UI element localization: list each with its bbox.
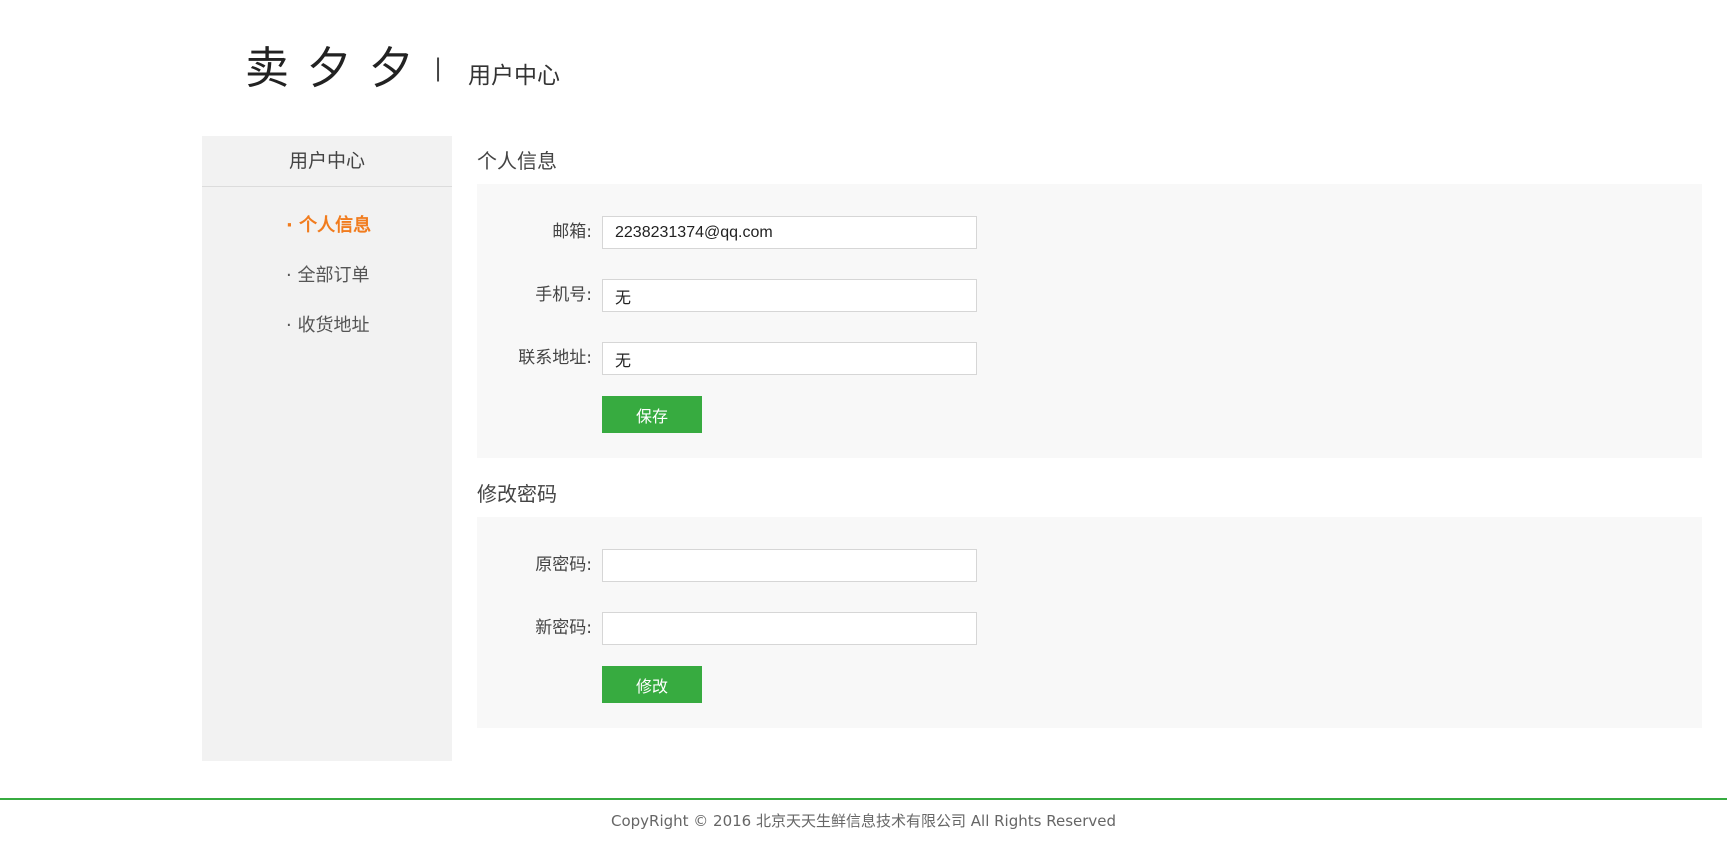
password-panel: 原密码: 新密码: 修改 (477, 517, 1702, 728)
sidebar-title: 用户中心 (202, 136, 452, 187)
old-password-row: 原密码: (477, 549, 1702, 612)
sidebar-item-addresses[interactable]: · 收货地址 (202, 301, 452, 351)
change-password-button[interactable]: 修改 (602, 666, 702, 703)
new-password-label: 新密码: (535, 618, 592, 638)
old-password-label: 原密码: (535, 555, 592, 575)
save-button[interactable]: 保存 (602, 396, 702, 433)
password-section-title: 修改密码 (477, 482, 557, 506)
phone-row: 手机号: (477, 279, 1702, 342)
email-row: 邮箱: (477, 216, 1702, 279)
sidebar-item-profile[interactable]: · 个人信息 (202, 201, 452, 251)
address-field[interactable] (602, 342, 977, 375)
email-label: 邮箱: (552, 222, 592, 242)
profile-section-title: 个人信息 (477, 149, 557, 173)
sidebar: 用户中心 · 个人信息 · 全部订单 · 收货地址 (202, 136, 452, 761)
header-title: 用户中心 (468, 63, 560, 89)
sidebar-menu: · 个人信息 · 全部订单 · 收货地址 (202, 187, 452, 351)
email-field[interactable] (602, 216, 977, 249)
new-password-row: 新密码: (477, 612, 1702, 666)
phone-label: 手机号: (535, 285, 592, 305)
old-password-field[interactable] (602, 549, 977, 582)
page-footer: CopyRight © 2016 北京天天生鲜信息技术有限公司 All Righ… (0, 798, 1727, 838)
page-header: 卖夕夕 | 用户中心 (0, 0, 1727, 110)
main-content: 个人信息 邮箱: 手机号: 联系地址: 保存 修改密码 原密码: 新密码: 修改 (477, 136, 1702, 728)
profile-panel: 邮箱: 手机号: 联系地址: 保存 (477, 184, 1702, 458)
address-row: 联系地址: (477, 342, 1702, 396)
site-logo[interactable]: 卖夕夕 (245, 32, 431, 96)
phone-field[interactable] (602, 279, 977, 312)
new-password-field[interactable] (602, 612, 977, 645)
sidebar-item-orders[interactable]: · 全部订单 (202, 251, 452, 301)
header-separator: | (434, 54, 443, 82)
address-label: 联系地址: (518, 348, 592, 368)
